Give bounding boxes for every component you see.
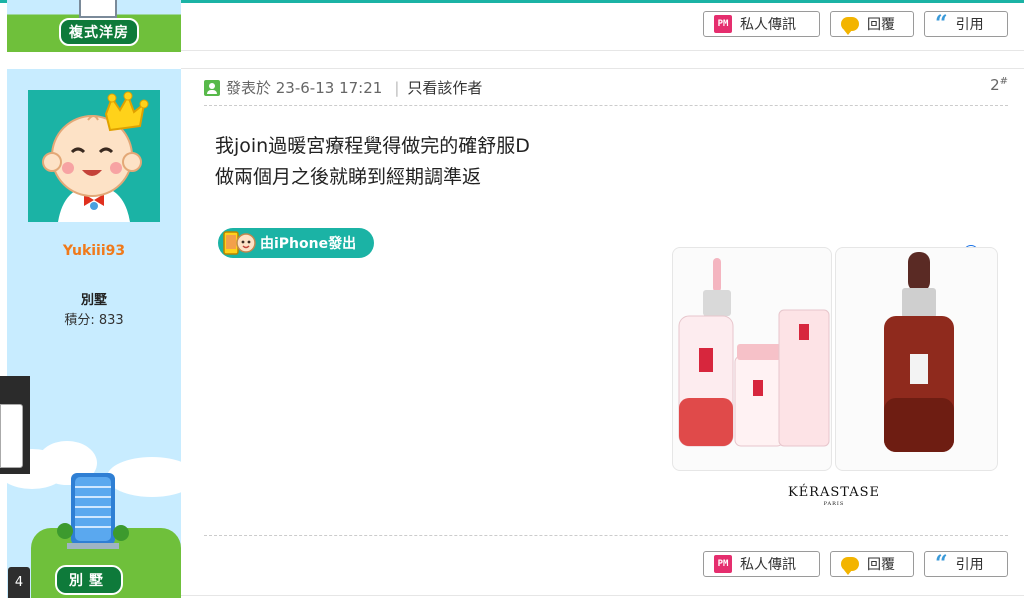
post-actions-bottom: PM 私人傳訊 回覆 “ 引用 <box>703 551 1008 577</box>
avatar[interactable] <box>28 90 160 222</box>
only-author-link[interactable]: 只看該作者 <box>407 77 482 98</box>
divider <box>204 535 1008 536</box>
user-online-icon <box>204 79 220 96</box>
pm-button[interactable]: PM 私人傳訊 <box>703 551 820 577</box>
reply-button[interactable]: 回覆 <box>830 551 914 577</box>
post-meta: 發表於 23-6-13 17:21 | 只看該作者 <box>204 77 482 98</box>
page-indicator[interactable]: 4 <box>8 567 30 598</box>
speech-bubble-icon <box>841 17 859 35</box>
quote-icon: “ <box>935 11 948 37</box>
author-score: 積分: 833 <box>64 313 124 328</box>
meta-separator: | <box>394 78 400 97</box>
quote-button[interactable]: “ 引用 <box>924 551 1008 577</box>
pm-label: 私人傳訊 <box>740 557 796 573</box>
divider <box>181 68 1024 69</box>
post-actions-top: PM 私人傳訊 回覆 “ 引用 <box>703 11 1008 37</box>
quote-icon: “ <box>935 551 948 577</box>
divider <box>181 50 1024 51</box>
rank-plate: 別墅 <box>55 565 123 595</box>
rank-badge-label: 複式洋房 <box>59 18 139 46</box>
night-serum-image <box>884 252 954 452</box>
quote-label: 引用 <box>955 17 984 33</box>
hair-serum-set-image <box>678 258 830 447</box>
post-date: 發表於 23-6-13 17:21 <box>226 79 383 97</box>
speech-bubble-icon <box>841 557 859 575</box>
reply-button[interactable]: 回覆 <box>830 11 914 37</box>
ad-product-card[interactable] <box>672 247 832 471</box>
ad-brand-sub: PARIS <box>823 501 845 507</box>
post-message: 我join過暖宮療程覺得做完的確舒服D 做兩個月之後就睇到經期調準返 <box>215 131 530 193</box>
ad-brand-logo[interactable]: KÉRASTASE PARIS <box>672 485 996 507</box>
pm-button[interactable]: PM 私人傳訊 <box>703 11 820 37</box>
pm-label: 私人傳訊 <box>740 17 796 33</box>
ad-brand-name: KÉRASTASE <box>787 485 881 500</box>
author-rank: 別墅 <box>80 293 107 308</box>
pm-icon: PM <box>714 555 732 573</box>
pm-icon: PM <box>714 15 732 33</box>
device-badge-label: 由iPhone發出 <box>260 236 357 252</box>
phone-baby-icon <box>223 231 256 255</box>
reply-label: 回覆 <box>867 17 895 33</box>
message-line: 我join過暖宮療程覺得做完的確舒服D <box>215 135 530 157</box>
floor-mark: # <box>999 76 1008 87</box>
floor-number: 2 <box>990 76 1000 94</box>
post-floor[interactable]: 2# <box>990 76 1008 94</box>
building-icon <box>57 473 129 549</box>
floating-panel-inner[interactable] <box>0 404 23 468</box>
message-line: 做兩個月之後就睇到經期調準返 <box>215 166 482 188</box>
advertisement[interactable]: i ✕ KÉRASTASE PARIS <box>672 243 998 509</box>
device-badge: 由iPhone發出 <box>218 228 374 258</box>
author-name[interactable]: Yukiii93 <box>7 243 181 259</box>
house-icon <box>79 0 117 18</box>
divider <box>181 595 1024 596</box>
reply-label: 回覆 <box>867 557 895 573</box>
quote-label: 引用 <box>955 557 984 573</box>
prev-author-sidebar: 複式洋房 <box>7 0 181 52</box>
baby-avatar-icon <box>28 90 160 222</box>
rank-badge-image: 複式洋房 <box>7 0 181 52</box>
author-sidebar: Yukiii93 別墅 積分: 833 別墅 <box>7 69 181 598</box>
quote-button[interactable]: “ 引用 <box>924 11 1008 37</box>
ad-product-card[interactable] <box>835 247 998 471</box>
divider <box>204 105 1008 106</box>
